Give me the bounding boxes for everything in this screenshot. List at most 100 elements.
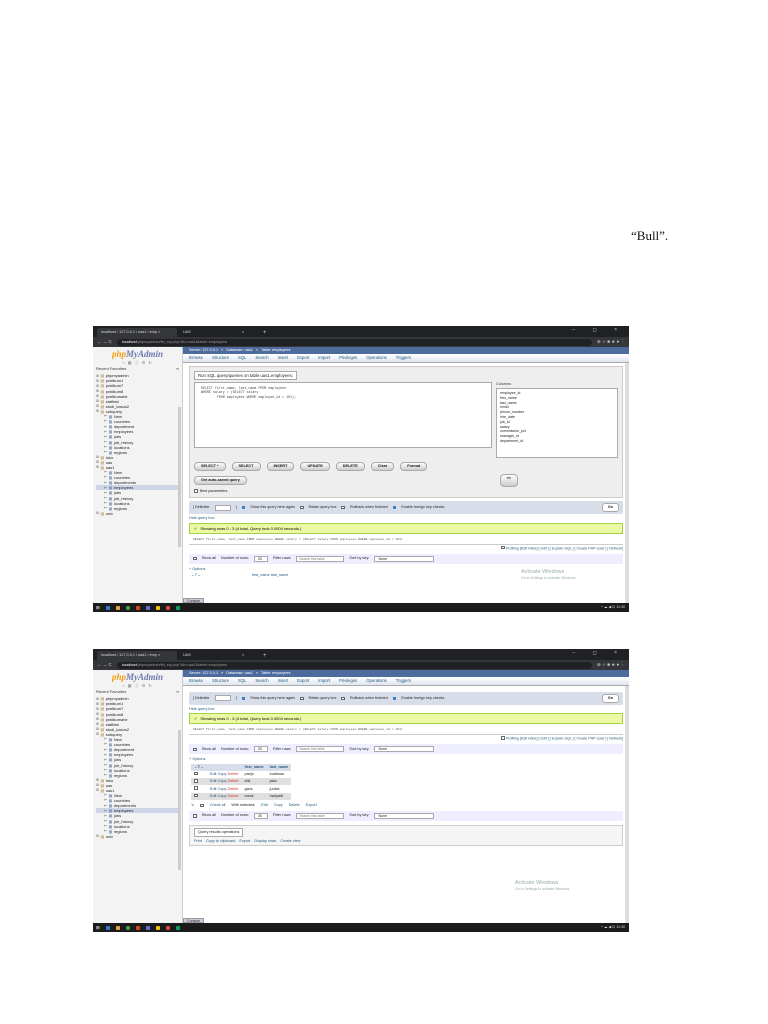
- insert-column-button[interactable]: <<: [499, 473, 518, 487]
- expand-icon[interactable]: ⊢: [104, 737, 107, 741]
- bulk-delete-button[interactable]: Delete: [289, 803, 300, 808]
- nav-arrows-icon[interactable]: ← → C: [97, 339, 112, 345]
- breadcrumb-server[interactable]: Server: 127.0.0.1: [189, 348, 218, 353]
- first-name-cell[interactable]: gans: [241, 785, 267, 793]
- foreign-key-checkbox[interactable]: [392, 505, 397, 510]
- first-name-cell[interactable]: panjo: [241, 770, 267, 779]
- menu-tab-insert[interactable]: Insert: [278, 678, 288, 683]
- menu-tab-privileges[interactable]: Privileges: [339, 355, 357, 360]
- menu-tab-structure[interactable]: Structure: [212, 355, 229, 360]
- expand-icon[interactable]: ⊢: [104, 430, 107, 434]
- col-last-name-header[interactable]: last_name: [271, 573, 289, 577]
- expand-icon[interactable]: ⊞: [96, 722, 99, 726]
- row-copy-link[interactable]: Copy: [218, 772, 227, 776]
- menu-tab-triggers[interactable]: Triggers: [396, 355, 411, 360]
- row-delete-link[interactable]: Delete: [227, 794, 238, 798]
- taskbar-app-icon[interactable]: [155, 605, 160, 610]
- sql-snippet-button[interactable]: DELETE: [335, 462, 365, 471]
- show-query-checkbox[interactable]: [241, 505, 246, 510]
- first-name-cell[interactable]: mesti: [241, 792, 267, 801]
- nav-home-icons[interactable]: ⌂ ▦ ⓘ ⚙ ↻: [96, 683, 179, 688]
- filter-input[interactable]: Search this table: [296, 746, 345, 753]
- expand-icon[interactable]: ⊞: [96, 717, 99, 721]
- foreign-key-checkbox[interactable]: [392, 696, 397, 701]
- expand-icon[interactable]: ⊢: [104, 793, 107, 797]
- expand-icon[interactable]: ⊞: [96, 399, 99, 403]
- taskbar-app-icon[interactable]: [125, 925, 130, 930]
- expand-icon[interactable]: ⊢: [104, 419, 107, 423]
- sort-select[interactable]: None: [374, 746, 435, 753]
- window-controls[interactable]: – ◻ ×: [572, 327, 625, 333]
- expand-icon[interactable]: ⊞: [96, 404, 99, 408]
- system-tray[interactable]: ^ ☁ ◀ ⊡ 11:30: [601, 605, 629, 609]
- expand-icon[interactable]: ⊞: [96, 455, 99, 459]
- browser-tab-uas[interactable]: UAS ×: [179, 328, 259, 337]
- taskbar-app-icon[interactable]: [105, 605, 110, 610]
- favorites-tab[interactable]: Favorites: [110, 366, 126, 371]
- expand-icon[interactable]: ⊞: [96, 384, 99, 388]
- rollback-checkbox[interactable]: [341, 696, 346, 701]
- show-query-checkbox[interactable]: [241, 696, 246, 701]
- expand-icon[interactable]: ⊢: [104, 475, 107, 479]
- address-bar[interactable]: localhost/phpmyadmin/tbl_sql.php?db=uas1…: [116, 661, 592, 669]
- close-tab-icon[interactable]: ×: [242, 653, 244, 657]
- options-link[interactable]: + Options: [189, 757, 623, 762]
- taskbar-app-icon[interactable]: [145, 605, 150, 610]
- menu-tab-browse[interactable]: Browse: [189, 678, 203, 683]
- sql-snippet-button[interactable]: SELECT *: [194, 462, 226, 471]
- filter-input[interactable]: Search this table: [296, 812, 345, 819]
- qro-link[interactable]: Copy to clipboard: [206, 839, 236, 844]
- taskbar-app-icon[interactable]: [105, 925, 110, 930]
- sql-snippet-button[interactable]: INSERT: [266, 462, 295, 471]
- row-delete-link[interactable]: Delete: [227, 772, 238, 776]
- delimiter-input[interactable]: [214, 504, 231, 511]
- expand-icon[interactable]: ⊞: [96, 712, 99, 716]
- sql-snippet-button[interactable]: Format: [400, 462, 428, 471]
- last-name-cell[interactable]: hariyadi: [266, 792, 292, 801]
- filter-input[interactable]: Search this table: [296, 555, 345, 562]
- browser-tab-phpmyadmin[interactable]: localhost / 127.0.0.1 / uas1 / emp ×: [97, 651, 177, 660]
- menu-tab-export[interactable]: Export: [297, 678, 309, 683]
- expand-icon[interactable]: ⊢: [104, 829, 107, 833]
- breadcrumb-table[interactable]: Table: employees: [261, 671, 291, 676]
- expand-icon[interactable]: ⊞: [96, 511, 99, 515]
- breadcrumb-server[interactable]: Server: 127.0.0.1: [189, 671, 218, 676]
- expand-icon[interactable]: ⊢: [104, 804, 107, 808]
- profiling-checkbox[interactable]: [501, 736, 505, 740]
- qro-link[interactable]: Create view: [280, 839, 300, 844]
- show-all-checkbox[interactable]: [193, 747, 197, 752]
- expand-icon[interactable]: ⊢: [104, 470, 107, 474]
- hide-query-box-link[interactable]: Hide query box: [189, 707, 623, 712]
- extension-icons[interactable]: ⊕ ☆ ■ ★ ● ⋮: [597, 339, 625, 345]
- col-first-name-header[interactable]: first_name: [252, 573, 270, 577]
- recent-tab[interactable]: Recent: [96, 366, 109, 371]
- recent-tab[interactable]: Recent: [96, 689, 109, 694]
- row-copy-link[interactable]: Copy: [218, 787, 227, 791]
- main-scrollbar[interactable]: [625, 363, 629, 603]
- row-edit-link[interactable]: Edit: [210, 779, 217, 783]
- rows-select[interactable]: 25: [253, 746, 268, 753]
- row-edit-link[interactable]: Edit: [210, 794, 217, 798]
- row-checkbox[interactable]: [194, 793, 198, 798]
- menu-tab-operations[interactable]: Operations: [366, 355, 386, 360]
- bulk-edit-button[interactable]: Edit: [261, 803, 268, 808]
- row-delete-link[interactable]: Delete: [227, 779, 238, 783]
- sql-editor[interactable]: SELECT first_name, last_name FROM employ…: [194, 382, 492, 449]
- taskbar-app-icon[interactable]: [145, 925, 150, 930]
- expand-icon[interactable]: ⊢: [104, 414, 107, 418]
- close-tab-icon[interactable]: ×: [242, 330, 244, 334]
- row-edit-link[interactable]: Edit: [210, 787, 217, 791]
- row-copy-link[interactable]: Copy: [218, 794, 227, 798]
- taskbar-app-icon[interactable]: [175, 925, 180, 930]
- window-controls[interactable]: – ◻ ×: [572, 650, 625, 656]
- expand-icon[interactable]: ⊞: [96, 394, 99, 398]
- breadcrumb-database[interactable]: Database: uas1: [226, 671, 253, 676]
- start-icon[interactable]: ⊞: [96, 605, 100, 611]
- menu-tab-import[interactable]: Import: [318, 678, 330, 683]
- expand-icon[interactable]: ⊞: [96, 465, 99, 469]
- row-checkbox[interactable]: [194, 771, 198, 776]
- expand-icon[interactable]: ⊢: [104, 445, 107, 449]
- col-first-name-header[interactable]: first_name: [241, 764, 267, 771]
- expand-icon[interactable]: ⊢: [104, 491, 107, 495]
- qro-link[interactable]: Print: [194, 839, 202, 844]
